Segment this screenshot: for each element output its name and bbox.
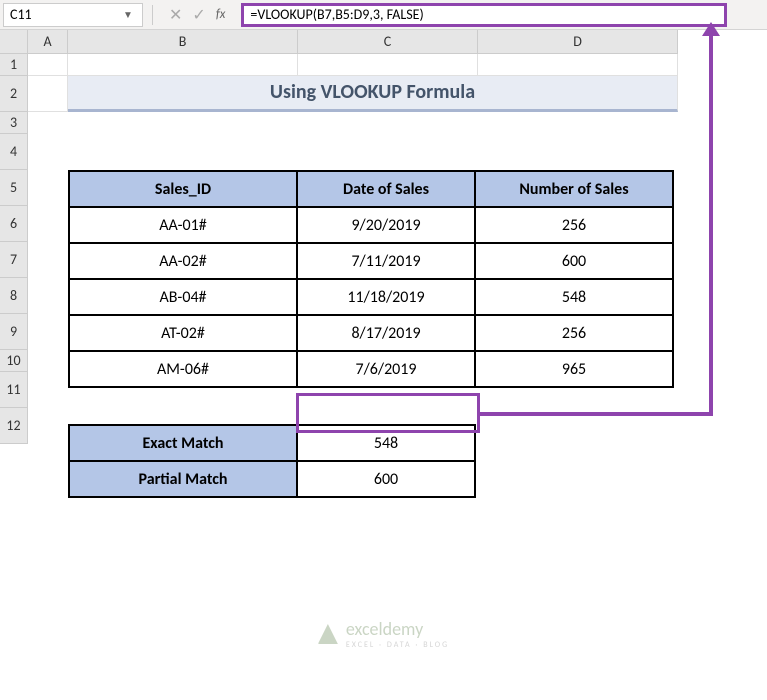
cell[interactable]: [298, 54, 478, 76]
title-cell[interactable]: Using VLOOKUP Formula: [68, 76, 678, 112]
data-table: Sales_ID Date of Sales Number of Sales A…: [68, 170, 674, 388]
table-cell[interactable]: 8/17/2019: [297, 315, 475, 351]
row-header-7[interactable]: 7: [0, 242, 28, 278]
check-icon[interactable]: ✓: [192, 5, 205, 25]
table-row: AM-06# 7/6/2019 965: [69, 351, 673, 387]
col-header-A[interactable]: A: [28, 30, 68, 54]
row-header-10[interactable]: 10: [0, 350, 28, 372]
row-header-5[interactable]: 5: [0, 170, 28, 206]
select-all-corner[interactable]: [0, 30, 28, 54]
row-header-1[interactable]: 1: [0, 54, 28, 76]
match-table: Exact Match 548 Partial Match 600: [68, 424, 476, 498]
sheet-area: A B C D 1 2 3 4 5 6 7 8 9 10 11 12: [0, 30, 767, 700]
chevron-down-icon[interactable]: ▼: [120, 8, 136, 21]
row-header-4[interactable]: 4: [0, 134, 28, 170]
table-cell[interactable]: AB-04#: [69, 279, 297, 315]
row-headers: 1 2 3 4 5 6 7 8 9 10 11 12: [0, 54, 28, 444]
table-cell[interactable]: AM-06#: [69, 351, 297, 387]
cell[interactable]: [68, 54, 298, 76]
name-box[interactable]: C11 ▼: [3, 3, 143, 27]
cell[interactable]: [28, 76, 68, 112]
table-cell[interactable]: 600: [475, 243, 673, 279]
formula-text: =VLOOKUP(B7,B5:D9,3, FALSE): [250, 6, 423, 23]
col-header-B[interactable]: B: [68, 30, 298, 54]
table-cell[interactable]: 965: [475, 351, 673, 387]
table-row: AA-02# 7/11/2019 600: [69, 243, 673, 279]
table-cell[interactable]: 11/18/2019: [297, 279, 475, 315]
match-label[interactable]: Exact Match: [69, 425, 297, 461]
match-value[interactable]: 600: [297, 461, 475, 497]
cell[interactable]: [478, 54, 678, 76]
table-row: Exact Match 548: [69, 425, 475, 461]
table-row: AB-04# 11/18/2019 548: [69, 279, 673, 315]
watermark-brand: exceldemy: [346, 618, 449, 640]
table-header[interactable]: Sales_ID: [69, 171, 297, 207]
watermark-tagline: EXCEL · DATA · BLOG: [346, 640, 449, 650]
row-header-3[interactable]: 3: [0, 112, 28, 134]
match-value[interactable]: 548: [297, 425, 475, 461]
arrow-head-icon: [702, 22, 720, 36]
table-header[interactable]: Number of Sales: [475, 171, 673, 207]
table-cell[interactable]: 9/20/2019: [297, 207, 475, 243]
table-cell[interactable]: AA-01#: [69, 207, 297, 243]
column-headers: A B C D: [28, 30, 678, 54]
formula-bar-row: C11 ▼ ✕ ✓ fx =VLOOKUP(B7,B5:D9,3, FALSE): [0, 0, 767, 30]
table-cell[interactable]: 7/6/2019: [297, 351, 475, 387]
cell[interactable]: [28, 54, 68, 76]
row-header-2[interactable]: 2: [0, 76, 28, 112]
formula-icons: ✕ ✓ fx: [159, 5, 241, 25]
col-header-D[interactable]: D: [478, 30, 678, 54]
table-cell[interactable]: 256: [475, 207, 673, 243]
row-header-6[interactable]: 6: [0, 206, 28, 242]
table-cell[interactable]: 256: [475, 315, 673, 351]
table-row: Partial Match 600: [69, 461, 475, 497]
col-header-C[interactable]: C: [298, 30, 478, 54]
logo-icon: [318, 624, 338, 644]
row-header-8[interactable]: 8: [0, 278, 28, 314]
table-cell[interactable]: 548: [475, 279, 673, 315]
row-header-9[interactable]: 9: [0, 314, 28, 350]
row-header-12[interactable]: 12: [0, 408, 28, 444]
table-cell[interactable]: AA-02#: [69, 243, 297, 279]
table-cell[interactable]: 7/11/2019: [297, 243, 475, 279]
fx-icon[interactable]: fx: [216, 7, 226, 22]
name-box-value: C11: [10, 6, 32, 23]
table-row: AA-01# 9/20/2019 256: [69, 207, 673, 243]
table-header[interactable]: Date of Sales: [297, 171, 475, 207]
annotation-arrow: [709, 30, 713, 416]
cells-area[interactable]: Using VLOOKUP Formula Sales_ID Date of S…: [28, 54, 678, 444]
match-label[interactable]: Partial Match: [69, 461, 297, 497]
table-cell[interactable]: AT-02#: [69, 315, 297, 351]
row-header-11[interactable]: 11: [0, 372, 28, 408]
divider: [152, 5, 153, 25]
annotation-arrow: [478, 412, 713, 416]
watermark: exceldemy EXCEL · DATA · BLOG: [318, 618, 449, 650]
table-row: AT-02# 8/17/2019 256: [69, 315, 673, 351]
formula-bar[interactable]: =VLOOKUP(B7,B5:D9,3, FALSE): [241, 3, 727, 27]
cancel-icon[interactable]: ✕: [169, 5, 182, 25]
